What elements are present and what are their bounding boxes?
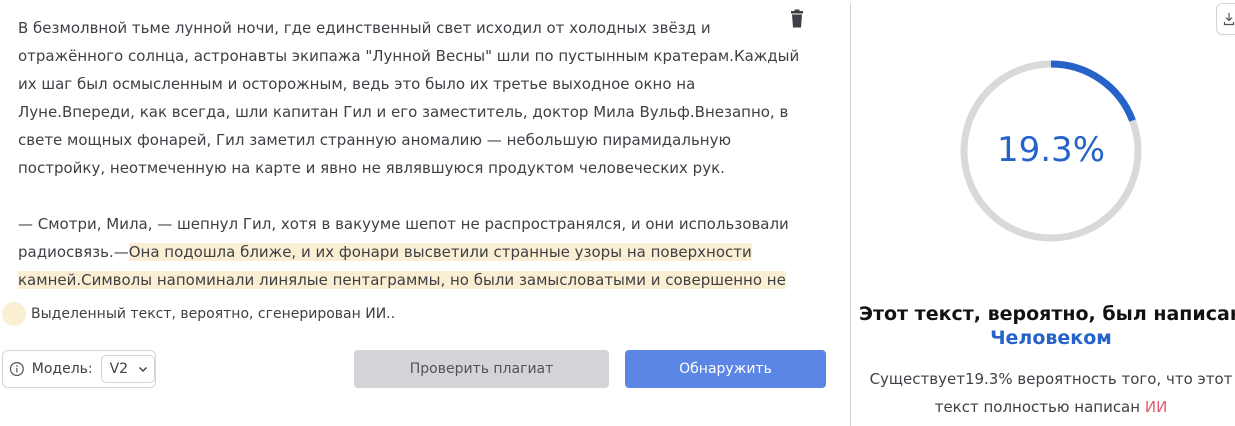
paragraph-2: — Смотри, Мила, — шепнул Гил, хотя в вак… xyxy=(18,210,808,299)
highlight-legend-swatch xyxy=(2,302,26,326)
model-dropdown[interactable]: V2 xyxy=(100,355,155,383)
chevron-down-icon xyxy=(139,367,147,372)
verdict-text: Этот текст, вероятно, был написан Челове… xyxy=(851,302,1235,350)
model-label: Модель: xyxy=(31,361,93,377)
ai-probability-value: 19.3% xyxy=(996,130,1105,170)
trash-icon xyxy=(791,9,803,28)
result-pane: 19.3% Этот текст, вероятно, был написан … xyxy=(851,0,1235,426)
paragraph-1: В безмолвной тьме лунной ночи, где единс… xyxy=(18,19,800,177)
info-icon[interactable] xyxy=(9,361,25,377)
editor-pane: В безмолвной тьме лунной ночи, где единс… xyxy=(0,0,850,426)
download-icon xyxy=(1223,13,1235,26)
probability-text: Существует19.3% вероятность того, что эт… xyxy=(851,365,1235,421)
clear-text-button[interactable] xyxy=(786,8,808,30)
text-input[interactable]: В безмолвной тьме лунной ночи, где единс… xyxy=(18,14,808,299)
probability-ai-label: ИИ xyxy=(1144,398,1168,416)
download-button[interactable] xyxy=(1216,3,1235,35)
probability-prefix: Существует19.3% вероятность того, что эт… xyxy=(869,370,1233,416)
model-dropdown-value: V2 xyxy=(109,361,129,377)
model-selector: Модель: V2 xyxy=(2,350,156,388)
verdict-author: Человеком xyxy=(990,327,1112,349)
highlight-legend: Выделенный текст, вероятно, сгенерирован… xyxy=(2,302,395,326)
verdict-prefix: Этот текст, вероятно, был написан xyxy=(859,303,1235,325)
detect-button[interactable]: Обнаружить xyxy=(625,350,826,388)
ai-highlighted-text: Она подошла ближе, и их фонари высветили… xyxy=(18,243,786,299)
highlight-legend-text: Выделенный текст, вероятно, сгенерирован… xyxy=(31,306,396,322)
check-plagiarism-button[interactable]: Проверить плагиат xyxy=(354,350,609,388)
